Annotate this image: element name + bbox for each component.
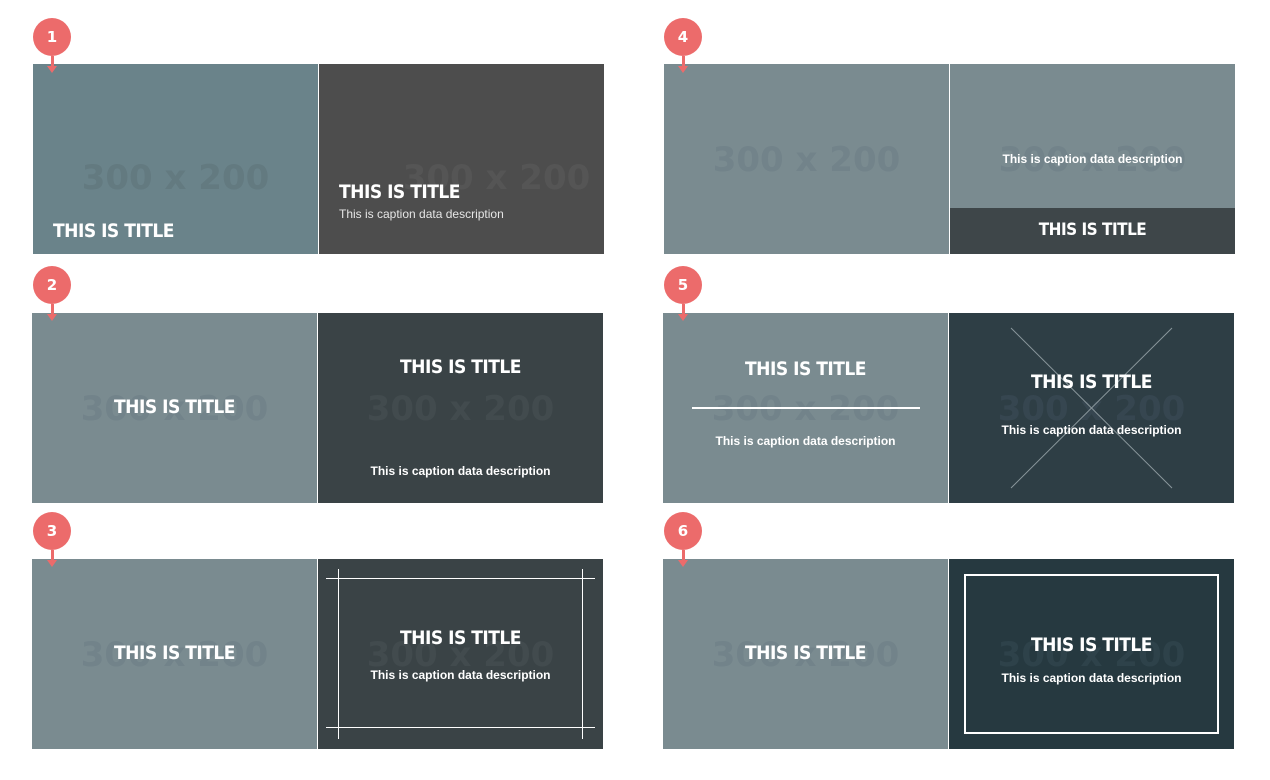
card-5-right[interactable]: 300 x 200 THIS IS TITLE This is caption …: [949, 313, 1234, 503]
badge-pointer-stem: [682, 550, 685, 560]
card-caption: This is caption data description: [370, 464, 551, 478]
image-placeholder-text: 300 x 200: [81, 158, 270, 198]
badge-pointer-arrow: [678, 314, 688, 321]
image-placeholder-text: 300 x 200: [711, 389, 900, 429]
step-badge-3: 3: [33, 512, 71, 550]
badge-pointer-arrow: [47, 560, 57, 567]
frame-line-right: [582, 569, 583, 739]
card-3-right[interactable]: 300 x 200 THIS IS TITLE This is caption …: [318, 559, 603, 749]
card-3-left[interactable]: 300 x 200 THIS IS TITLE: [32, 559, 317, 749]
card-1-left[interactable]: 300 x 200 THIS IS TITLE: [33, 64, 318, 254]
card-caption: This is caption data description: [370, 668, 551, 682]
badge-pointer-stem: [682, 56, 685, 66]
card-title: THIS IS TITLE: [1031, 634, 1152, 656]
badge-pointer-arrow: [678, 560, 688, 567]
card-title: THIS IS TITLE: [1038, 220, 1147, 240]
card-title: THIS IS TITLE: [400, 627, 521, 649]
card-title: THIS IS TITLE: [745, 642, 866, 664]
badge-pointer-stem: [51, 56, 54, 66]
card-6-left[interactable]: 300 x 200 THIS IS TITLE: [663, 559, 948, 749]
badge-pointer-arrow: [47, 66, 57, 73]
cross-lines-decoration: [1010, 327, 1173, 489]
card-title: THIS IS TITLE: [339, 181, 460, 203]
step-badge-1: 1: [33, 18, 71, 56]
card-caption: This is caption data description: [1001, 671, 1182, 685]
badge-pointer-stem: [51, 304, 54, 314]
card-title: THIS IS TITLE: [53, 220, 174, 242]
card-title: THIS IS TITLE: [114, 396, 235, 418]
card-5-left[interactable]: 300 x 200 THIS IS TITLE This is caption …: [663, 313, 948, 503]
card-1-right[interactable]: 300 x 200 THIS IS TITLE This is caption …: [319, 64, 604, 254]
card-title: THIS IS TITLE: [114, 642, 235, 664]
card-2-right[interactable]: 300 x 200 THIS IS TITLE This is caption …: [318, 313, 603, 503]
card-caption: This is caption data description: [1001, 423, 1182, 437]
card-2-left[interactable]: 300 x 200 THIS IS TITLE: [32, 313, 317, 503]
frame-line-left: [338, 569, 339, 739]
card-4-right[interactable]: 300 x 200 This is caption data descripti…: [950, 64, 1235, 254]
frame-line-top: [326, 578, 595, 579]
card-caption: This is caption data description: [1002, 152, 1183, 166]
badge-pointer-stem: [682, 304, 685, 314]
card-title: THIS IS TITLE: [1031, 371, 1152, 393]
step-badge-6: 6: [664, 512, 702, 550]
image-placeholder-text: 300 x 200: [712, 140, 901, 180]
card-caption: This is caption data description: [715, 434, 896, 448]
card-4-left[interactable]: 300 x 200: [664, 64, 949, 254]
frame-line-bottom: [326, 727, 595, 728]
step-badge-2: 2: [33, 266, 71, 304]
card-caption: This is caption data description: [339, 207, 504, 221]
step-badge-5: 5: [664, 266, 702, 304]
card-title: THIS IS TITLE: [400, 356, 521, 378]
card-6-right[interactable]: 300 x 200 THIS IS TITLE This is caption …: [949, 559, 1234, 749]
badge-pointer-arrow: [678, 66, 688, 73]
card-title: THIS IS TITLE: [745, 358, 866, 380]
image-placeholder-text: 300 x 200: [366, 389, 555, 429]
badge-pointer-arrow: [47, 314, 57, 321]
step-badge-4: 4: [664, 18, 702, 56]
title-divider: [692, 407, 920, 409]
badge-pointer-stem: [51, 550, 54, 560]
